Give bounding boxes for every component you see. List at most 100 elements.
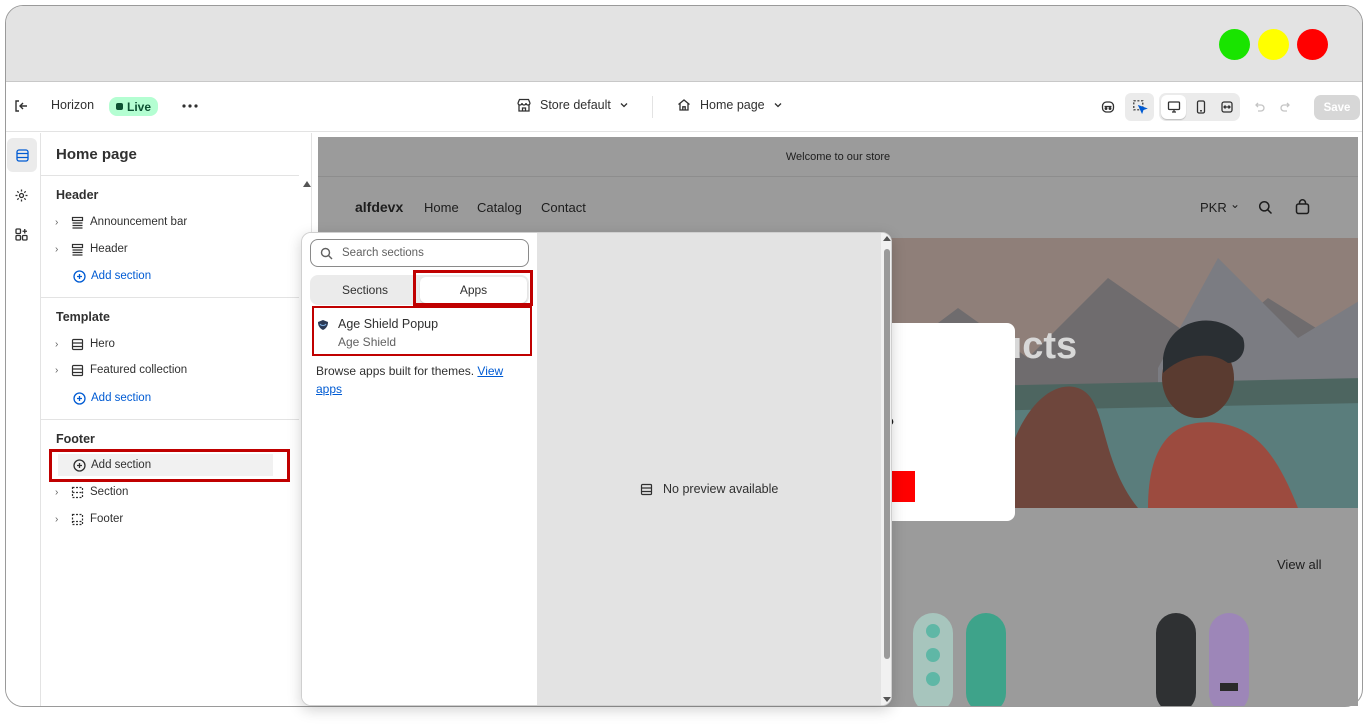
section-item-hero[interactable]: › Hero: [55, 333, 115, 355]
inspector-toggle-button[interactable]: [1125, 93, 1154, 121]
nav-link-catalog[interactable]: Catalog: [477, 200, 522, 215]
chevron-right-icon[interactable]: ›: [55, 514, 65, 525]
picker-tabs: Sections Apps: [310, 275, 529, 305]
plus-circle-icon: [73, 458, 86, 472]
add-section-footer-button[interactable]: Add section: [58, 454, 273, 476]
exit-button[interactable]: [10, 95, 32, 117]
live-dot-icon: [116, 103, 123, 110]
section-icon: [71, 486, 84, 498]
scroll-down-arrow-icon[interactable]: [883, 697, 891, 702]
add-section-header-button[interactable]: Add section: [73, 265, 151, 287]
add-section-label: Add section: [91, 270, 152, 282]
section-item-featured-collection[interactable]: › Featured collection: [55, 359, 187, 381]
window-red-button[interactable]: [1297, 29, 1328, 60]
view-all-link[interactable]: View all: [1277, 557, 1322, 572]
save-button[interactable]: Save: [1314, 95, 1360, 120]
panel-divider: [41, 297, 299, 298]
section-item-header[interactable]: › Header: [55, 238, 128, 260]
search-sections-field[interactable]: [310, 239, 529, 267]
group-title-footer: Footer: [56, 432, 95, 446]
group-title-template: Template: [56, 310, 110, 324]
status-label: Live: [127, 99, 152, 114]
browse-apps-label: Browse apps built for themes.: [316, 364, 475, 378]
scrollbar-thumb[interactable]: [884, 249, 890, 659]
no-preview-label: No preview available: [663, 482, 779, 496]
browse-apps-text: Browse apps built for themes. View apps: [316, 362, 526, 398]
panel-title: Home page: [56, 146, 137, 163]
plus-circle-icon: [73, 391, 86, 405]
editor-rail: [6, 133, 41, 706]
picker-scrollbar[interactable]: [881, 233, 891, 705]
no-preview-message: No preview available: [640, 482, 778, 496]
chevron-right-icon[interactable]: ›: [55, 217, 65, 228]
search-sections-input[interactable]: [342, 247, 512, 259]
sections-icon: [15, 148, 29, 162]
chevron-down-icon: [774, 103, 782, 108]
home-icon: [678, 99, 690, 111]
product-image-2[interactable]: [1156, 613, 1251, 706]
expand-icon: [1220, 101, 1233, 113]
section-icon: [71, 243, 84, 256]
tab-apps[interactable]: Apps: [420, 277, 527, 303]
context-selector[interactable]: Store default: [516, 97, 629, 113]
add-section-template-button[interactable]: Add section: [73, 387, 151, 409]
product-image-1[interactable]: [913, 613, 1008, 706]
editor-top-bar: Horizon Live Store default Home page Sav…: [6, 82, 1362, 132]
tab-sections[interactable]: Sections: [312, 277, 418, 303]
cart-icon[interactable]: [1295, 199, 1310, 215]
section-item-label: Section: [90, 486, 129, 498]
chevron-right-icon[interactable]: ›: [55, 365, 65, 376]
page-selector[interactable]: Home page: [676, 97, 783, 113]
sensei-button[interactable]: [1097, 95, 1119, 119]
desktop-icon: [1167, 101, 1180, 113]
rail-settings-button[interactable]: [6, 178, 36, 212]
undo-button[interactable]: [1249, 96, 1269, 118]
window-yellow-button[interactable]: [1258, 29, 1289, 60]
section-item-footer[interactable]: › Footer: [55, 508, 123, 530]
section-icon: [71, 364, 84, 376]
sensei-icon: [1101, 101, 1115, 113]
announcement-bar: Welcome to our store: [318, 137, 1358, 177]
section-item-announcement-bar[interactable]: › Announcement bar: [55, 211, 187, 233]
more-actions-button[interactable]: [178, 95, 202, 117]
section-icon: [640, 483, 653, 495]
currency-selector[interactable]: PKR: [1200, 200, 1227, 215]
section-item-label: Hero: [90, 338, 115, 350]
desktop-view-button[interactable]: [1161, 95, 1186, 119]
chevron-down-icon: [620, 103, 628, 108]
store-icon: [517, 98, 531, 112]
section-item-label: Header: [90, 243, 128, 255]
store-header: alfdevx Home Catalog Contact PKR ⌄: [318, 177, 1358, 237]
panel-divider: [41, 175, 299, 176]
app-block-item[interactable]: Age Shield Popup Age Shield: [315, 308, 530, 356]
section-item-section[interactable]: › Section: [55, 481, 128, 503]
chevron-down-icon: ⌄: [1230, 197, 1241, 211]
gear-icon: [15, 189, 27, 201]
redo-button[interactable]: [1276, 96, 1296, 118]
search-icon[interactable]: [1258, 200, 1273, 215]
nav-link-contact[interactable]: Contact: [541, 200, 586, 215]
status-badge: Live: [109, 97, 159, 116]
store-logo[interactable]: alfdevx: [355, 199, 403, 215]
section-icon: [71, 216, 84, 229]
nav-link-home[interactable]: Home: [424, 200, 459, 215]
ellipsis-icon: [182, 104, 198, 108]
chevron-right-icon[interactable]: ›: [55, 244, 65, 255]
chevron-right-icon[interactable]: ›: [55, 487, 65, 498]
panel-divider: [41, 419, 299, 420]
exit-icon: [15, 100, 27, 112]
topbar-divider: [652, 96, 653, 118]
scroll-up-arrow-icon[interactable]: [883, 236, 891, 241]
rail-apps-button[interactable]: [6, 217, 36, 251]
rail-sections-button[interactable]: [7, 138, 37, 172]
scroll-up-icon[interactable]: [303, 181, 311, 187]
redo-icon: [1280, 102, 1290, 112]
age-shield-app-icon: [318, 320, 328, 330]
full-width-view-button[interactable]: [1214, 95, 1239, 119]
window-green-button[interactable]: [1219, 29, 1250, 60]
add-section-label: Add section: [91, 459, 152, 471]
mobile-view-button[interactable]: [1188, 95, 1213, 119]
context-label: Store default: [540, 98, 611, 112]
section-item-label: Footer: [90, 513, 124, 525]
chevron-right-icon[interactable]: ›: [55, 339, 65, 350]
